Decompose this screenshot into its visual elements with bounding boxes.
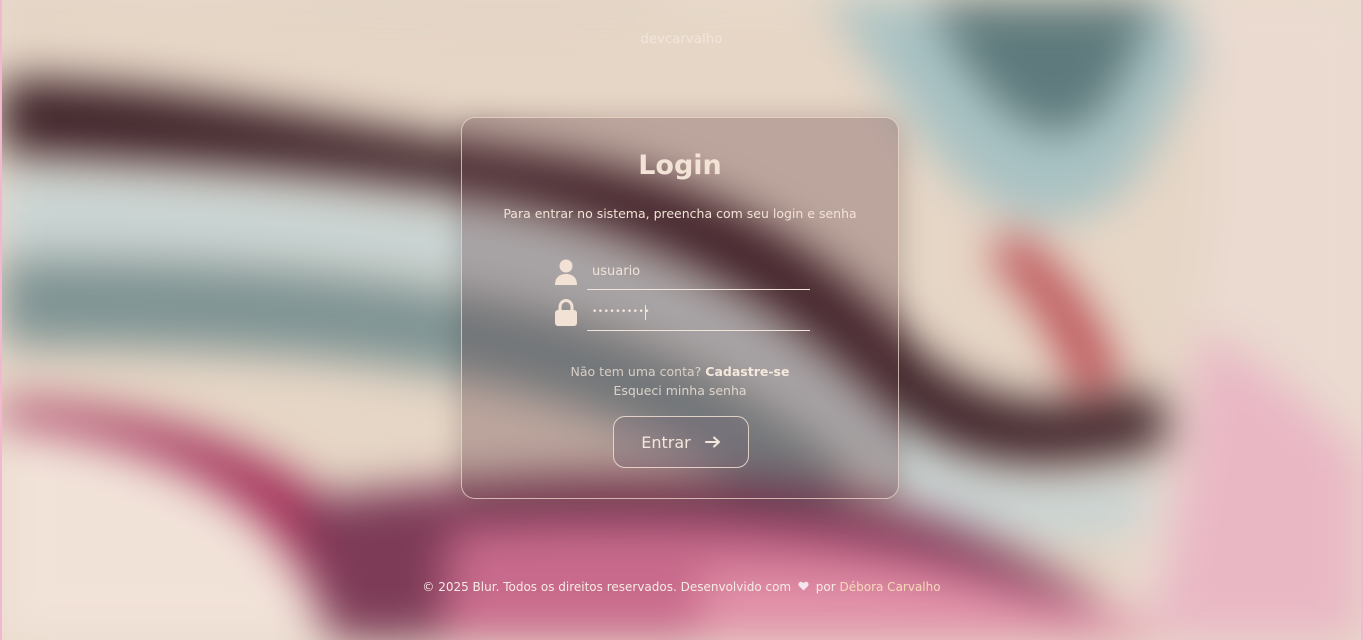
login-title: Login (638, 150, 722, 181)
signup-link[interactable]: Cadastre-se (705, 364, 789, 379)
forgot-password-link[interactable]: Esqueci minha senha (462, 381, 898, 400)
footer-by: por (815, 580, 836, 594)
author-link[interactable]: Débora Carvalho (840, 580, 941, 594)
login-page: devcarvalho Login Para entrar no sistema… (0, 0, 1363, 640)
password-field (554, 295, 810, 331)
account-links: Não tem uma conta? Cadastre-se Esqueci m… (462, 362, 898, 400)
password-input-wrapper (587, 295, 810, 331)
user-icon (554, 258, 578, 286)
login-subtitle: Para entrar no sistema, preencha com seu… (503, 206, 857, 221)
frame-left-edge (0, 0, 2, 640)
no-account-text: Não tem uma conta? (570, 364, 702, 379)
text-caret (645, 305, 646, 320)
username-input-wrapper (587, 254, 810, 290)
lock-icon (554, 298, 578, 327)
submit-label: Entrar (641, 432, 691, 452)
username-input[interactable] (592, 260, 802, 282)
arrow-right-icon (704, 433, 721, 452)
username-field (554, 254, 810, 290)
login-card: Login Para entrar no sistema, preencha c… (461, 117, 899, 499)
password-input[interactable] (592, 301, 802, 323)
brand-name[interactable]: devcarvalho (0, 32, 1363, 47)
submit-button[interactable]: Entrar (613, 416, 749, 468)
footer: © 2025 Blur. Todos os direitos reservado… (0, 580, 1363, 594)
heart-icon (798, 580, 809, 594)
footer-copyright: © 2025 Blur. Todos os direitos reservado… (422, 580, 792, 594)
